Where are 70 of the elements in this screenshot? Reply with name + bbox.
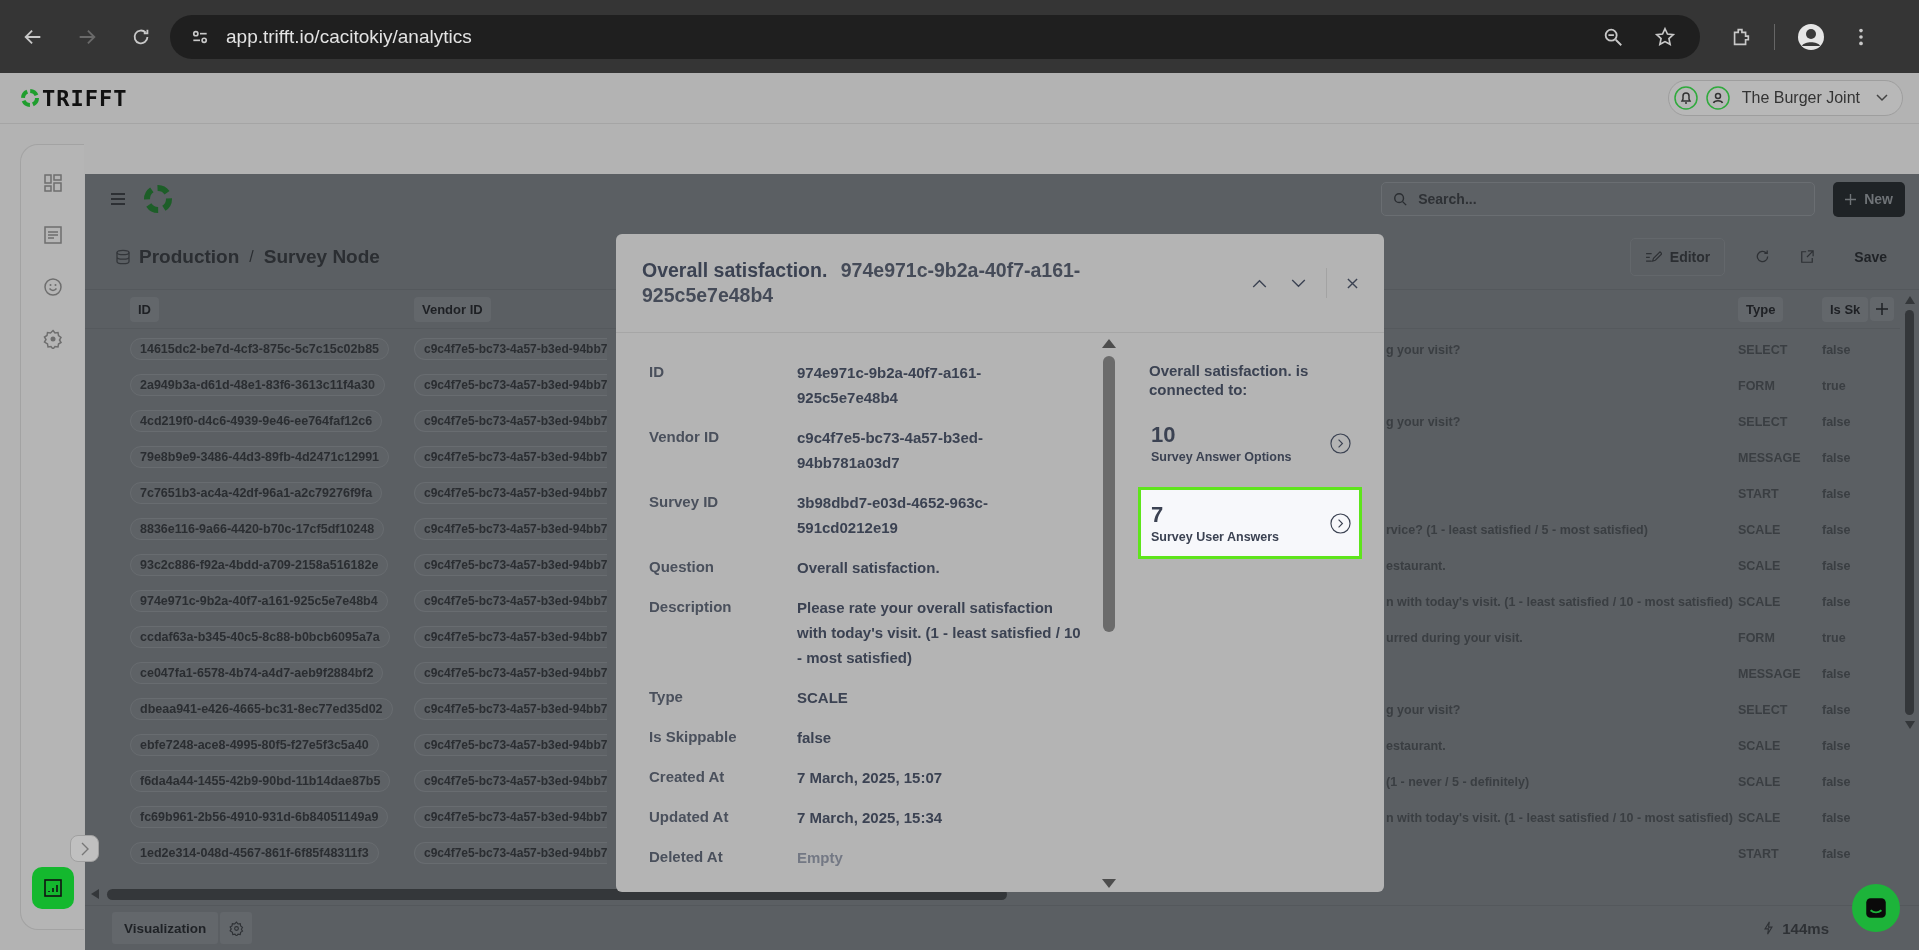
logo-text: TRIFFT: [42, 85, 128, 111]
dashboard-icon: [42, 173, 63, 193]
chevron-circle-icon[interactable]: [1330, 512, 1351, 534]
bell-icon[interactable]: [1673, 86, 1698, 110]
field-label: Is Skippable: [649, 728, 738, 747]
database-icon: [115, 248, 131, 265]
user-icon[interactable]: [1705, 86, 1730, 110]
close-icon[interactable]: [1347, 277, 1358, 289]
column-header[interactable]: Is Sk: [1822, 296, 1869, 322]
pen-icon: [1644, 250, 1662, 263]
chevron-down-icon: [1876, 94, 1888, 102]
chevron-up-icon[interactable]: [1252, 278, 1267, 288]
account-menu[interactable]: The Burger Joint: [1667, 80, 1903, 116]
field-value: 974e971c-9b2a-40f7-a161-925c5e7e48b4: [797, 363, 983, 408]
scroll-up-icon[interactable]: [1102, 339, 1116, 348]
field-label: Survey ID: [649, 493, 720, 512]
field-label: Created At: [649, 768, 726, 787]
scroll-down-icon[interactable]: [1102, 879, 1116, 888]
field-value: false: [797, 728, 833, 748]
field-value: SCALE: [797, 688, 849, 708]
column-header[interactable]: ID: [130, 297, 159, 322]
connection-card[interactable]: 7 Survey User Answers: [1138, 487, 1362, 559]
field-value: Empty: [797, 848, 844, 868]
plus-icon: [1845, 193, 1857, 205]
connection-label: Survey Answer Options: [1151, 450, 1293, 464]
plus-icon: [1876, 303, 1889, 315]
new-button[interactable]: New: [1833, 181, 1905, 217]
field-label: Deleted At: [649, 848, 724, 867]
column-header[interactable]: Vendor ID: [414, 297, 491, 322]
document-icon: [42, 225, 63, 245]
url-text: app.trifft.io/cacitokiy/analytics: [226, 25, 472, 48]
field-label: Description: [649, 598, 733, 617]
field-value: Overall satisfaction.: [797, 558, 941, 578]
field-label: Type: [649, 688, 684, 707]
field-value: c9c4f7e5-bc73-4a57-b3ed-94bb781a03d7: [797, 428, 984, 473]
connection-count: 10: [1151, 422, 1177, 448]
settings-icon: [42, 329, 63, 349]
field-label: Question: [649, 558, 715, 577]
field-label: ID: [649, 363, 665, 382]
chevron-down-icon[interactable]: [1291, 278, 1306, 288]
column-header[interactable]: Type: [1738, 297, 1784, 322]
settings-icon: [228, 920, 244, 936]
field-value: Please rate your overall satisfaction with today's visit. (1 - least satisfied / 10 - most satisfied): [797, 598, 1082, 668]
bolt-icon: [1763, 921, 1775, 935]
logo-icon: [143, 184, 173, 214]
field-label: Updated At: [649, 808, 730, 827]
logo-icon: [20, 88, 40, 108]
breadcrumb-separator: /: [249, 247, 254, 266]
field-value: 3b98dbd7-e03d-4652-963c-591cd0212e19: [797, 493, 989, 538]
connections-heading: Overall satisfaction. is connected to:: [1149, 361, 1310, 399]
chart-icon: [42, 878, 63, 898]
chat-icon: [1863, 895, 1889, 921]
connection-count: 7: [1151, 502, 1165, 528]
expand-button[interactable]: [70, 835, 99, 862]
connection-label: Survey User Answers: [1151, 530, 1281, 544]
field-value: 7 March, 2025, 15:34: [797, 808, 944, 828]
star-icon[interactable]: [1654, 25, 1676, 48]
avatar-icon[interactable]: [1797, 22, 1825, 51]
dialog-title: Overall satisfaction. 974e971c-9b2a-40f7-a161-925c5e7e48b4: [642, 258, 1082, 308]
field-label: Vendor ID: [649, 428, 720, 447]
field-value: 7 March, 2025, 15:07: [797, 768, 944, 788]
sidebar-item[interactable]: [31, 867, 74, 909]
address-bar[interactable]: app.trifft.io/cacitokiy/analytics: [170, 14, 1700, 59]
connection-card[interactable]: 10 Survey Answer Options: [1138, 413, 1362, 473]
chevron-right-icon: [80, 841, 89, 856]
search-icon: [1393, 192, 1408, 206]
visualization-button[interactable]: Visualization: [112, 912, 219, 944]
save-button[interactable]: Save: [1844, 242, 1897, 271]
chevron-circle-icon[interactable]: [1330, 432, 1351, 454]
smiley-icon: [42, 277, 63, 297]
